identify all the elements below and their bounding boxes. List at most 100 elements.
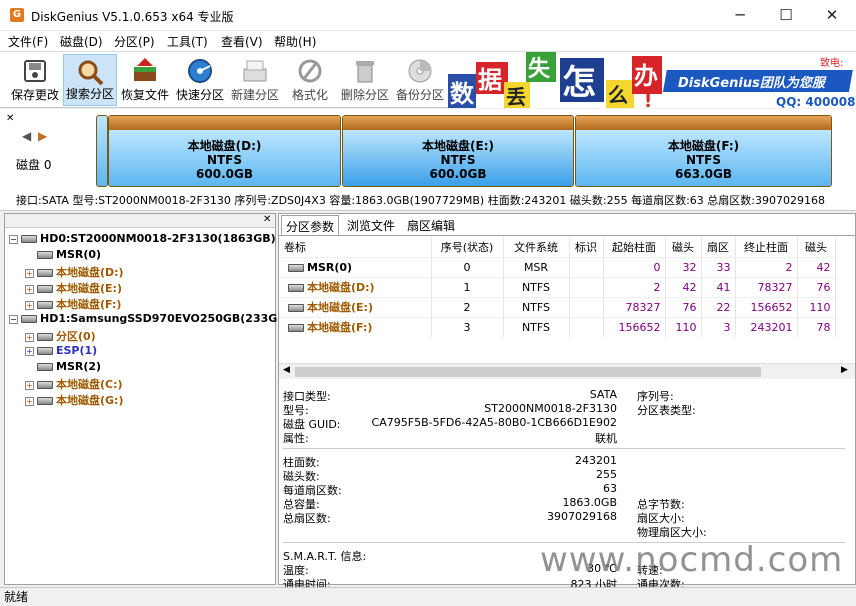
- tree-expander-icon[interactable]: +: [25, 268, 34, 278]
- tree-expander-icon[interactable]: −: [9, 234, 18, 244]
- tree-item[interactable]: + 本地磁盘(F:): [9, 296, 291, 312]
- table-header-row: 卷标 序号(状态) 文件系统 标识 起始柱面 磁头 扇区 终止柱面 磁头: [281, 237, 836, 257]
- menu-partition[interactable]: 分区(P): [114, 33, 155, 50]
- column-header[interactable]: 起始柱面: [603, 237, 666, 257]
- format-button[interactable]: 格式化: [283, 54, 337, 106]
- table-row[interactable]: 本地磁盘(F:) 3 NTFS 156652 110 3 243201 78: [281, 316, 836, 337]
- save-changes-button[interactable]: 保存更改: [8, 54, 62, 106]
- ad-banner[interactable]: 数 据 丢 失 怎 么 办 ! DiskGenius团队为您服 致电: QQ: …: [448, 52, 856, 108]
- banner-char-7: !: [644, 91, 652, 108]
- column-header[interactable]: 扇区: [701, 237, 736, 257]
- maximize-button[interactable]: ☐: [763, 0, 809, 31]
- column-header[interactable]: 标识: [569, 237, 604, 257]
- menu-disk[interactable]: 磁盘(D): [60, 33, 103, 50]
- menu-bar: 文件(F) 磁盘(D) 分区(P) 工具(T) 查看(V) 帮助(H): [0, 31, 856, 51]
- column-header[interactable]: 磁头: [797, 237, 836, 257]
- column-header[interactable]: 文件系统: [503, 237, 570, 257]
- table-cell: 0: [603, 256, 666, 277]
- banner-char-4: 怎: [562, 63, 596, 103]
- horizontal-scrollbar[interactable]: ◀ ▶: [279, 363, 855, 379]
- close-button[interactable]: ✕: [809, 0, 855, 31]
- scroll-left-icon[interactable]: ◀: [283, 365, 290, 375]
- menu-view[interactable]: 查看(V): [221, 33, 263, 50]
- tab-partition-params[interactable]: 分区参数: [281, 215, 340, 235]
- hard-disk-icon: [21, 235, 37, 243]
- volume-label-cell: 本地磁盘(E:): [281, 296, 432, 317]
- tree-item[interactable]: MSR(2): [9, 360, 291, 376]
- detail-value: 3907029168: [547, 510, 617, 523]
- partition-block-f[interactable]: 本地磁盘(F:) NTFS 663.0GB: [575, 115, 832, 187]
- table-cell: 2: [735, 256, 798, 277]
- table-row[interactable]: 本地磁盘(D:) 1 NTFS 2 42 41 78327 76: [281, 276, 836, 297]
- tree-item[interactable]: MSR(0): [9, 248, 291, 264]
- column-header[interactable]: 序号(状态): [431, 237, 504, 257]
- volume-label: 本地磁盘(F:): [307, 321, 373, 335]
- detail-label: 物理扇区大小:: [637, 526, 707, 539]
- table-cell: 41: [701, 276, 736, 297]
- tree-expander-icon[interactable]: +: [25, 346, 34, 356]
- minimize-button[interactable]: ─: [717, 0, 763, 31]
- table-cell: 42: [797, 256, 836, 277]
- tree-list: − HD0:ST2000NM0018-2F3130(1863GB) MSR(0) + 本…: [9, 232, 291, 408]
- volume-label: MSR(0): [307, 260, 353, 274]
- restore-files-button[interactable]: 恢复文件: [118, 54, 172, 106]
- table-cell: 2: [603, 276, 666, 297]
- msr-partition-block[interactable]: [96, 115, 108, 187]
- tab-sector-edit[interactable]: 扇区编辑: [403, 215, 459, 235]
- tree-item[interactable]: + 分区(0): [9, 328, 291, 344]
- collapse-icon[interactable]: ✕: [6, 113, 14, 124]
- volume-label: 本地磁盘(D:): [307, 281, 375, 294]
- scroll-thumb[interactable]: [295, 367, 761, 377]
- partition-block-d[interactable]: 本地磁盘(D:) NTFS 600.0GB: [108, 115, 341, 187]
- menu-file[interactable]: 文件(F): [8, 33, 48, 50]
- menu-tools[interactable]: 工具(T): [167, 33, 208, 50]
- next-disk-icon[interactable]: ▶: [38, 129, 47, 143]
- tree-item[interactable]: − HD0:ST2000NM0018-2F3130(1863GB): [9, 232, 291, 248]
- detail-value: 243201: [575, 454, 617, 467]
- column-header[interactable]: 终止柱面: [735, 237, 798, 257]
- tree-expander-icon[interactable]: +: [25, 300, 34, 310]
- table-cell: [569, 296, 604, 317]
- table-cell: 110: [665, 316, 702, 337]
- banner-char-0: 数: [450, 80, 475, 108]
- menu-help[interactable]: 帮助(H): [274, 33, 316, 50]
- new-partition-button[interactable]: 新建分区: [228, 54, 282, 106]
- quick-partition-button[interactable]: 快速分区: [173, 54, 227, 106]
- tree-expander-icon[interactable]: +: [25, 284, 34, 294]
- tree-item-label: 本地磁盘(E:): [56, 282, 122, 295]
- tree-item[interactable]: + ESP(1): [9, 344, 291, 360]
- disk-label: 磁盘 0: [16, 158, 52, 172]
- tree-item[interactable]: + 本地磁盘(G:): [9, 392, 291, 408]
- hard-disk-icon: [37, 363, 53, 371]
- prev-disk-icon[interactable]: ◀: [22, 129, 31, 143]
- new-partition-icon: [243, 60, 267, 82]
- tree-item[interactable]: + 本地磁盘(C:): [9, 376, 291, 392]
- table-cell: 33: [701, 256, 736, 277]
- banner-qq: QQ: 400008: [776, 95, 855, 108]
- detail-value: 255: [596, 468, 617, 481]
- app-icon: G: [10, 8, 24, 22]
- tree-expander-icon[interactable]: +: [25, 396, 34, 406]
- delete-partition-button[interactable]: 删除分区: [338, 54, 392, 106]
- tree-expander-icon[interactable]: +: [25, 332, 34, 342]
- scroll-right-icon[interactable]: ▶: [841, 365, 848, 375]
- detail-label: 属性:: [283, 432, 309, 445]
- column-header[interactable]: 磁头: [665, 237, 702, 257]
- window-title: DiskGenius V5.1.0.653 x64 专业版: [31, 10, 234, 24]
- tree-item[interactable]: + 本地磁盘(E:): [9, 280, 291, 296]
- tree-close-icon[interactable]: ✕: [263, 214, 271, 225]
- tab-browse-files[interactable]: 浏览文件: [343, 215, 399, 235]
- banner-char-2: 丢: [506, 85, 526, 108]
- partition-block-e[interactable]: 本地磁盘(E:) NTFS 600.0GB: [342, 115, 574, 187]
- tree-expander-icon[interactable]: +: [25, 380, 34, 390]
- detail-value: ST2000NM0018-2F3130: [484, 402, 617, 415]
- search-partition-button[interactable]: 搜索分区: [63, 54, 117, 106]
- tree-expander-icon[interactable]: −: [9, 314, 18, 324]
- backup-partition-button[interactable]: 备份分区: [393, 54, 447, 106]
- tree-item[interactable]: + 本地磁盘(D:): [9, 264, 291, 280]
- disk-info-line: 接口:SATA 型号:ST2000NM0018-2F3130 序列号:ZDS0J…: [16, 194, 825, 207]
- tree-item[interactable]: − HD1:SamsungSSD970EVO250GB(233GB): [9, 312, 291, 328]
- column-header[interactable]: 卷标: [281, 237, 432, 257]
- table-row[interactable]: 本地磁盘(E:) 2 NTFS 78327 76 22 156652 110: [281, 296, 836, 317]
- table-row[interactable]: MSR(0) 0 MSR 0 32 33 2 42: [281, 256, 836, 277]
